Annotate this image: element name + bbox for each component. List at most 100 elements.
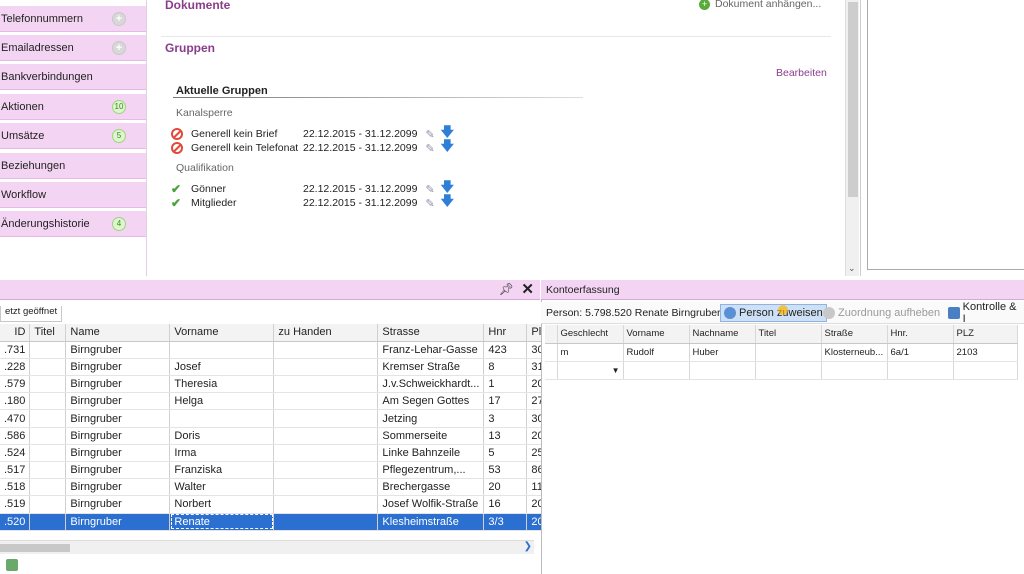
add-icon[interactable]: + xyxy=(112,11,126,26)
cell-zu-handen xyxy=(273,375,379,394)
remove-assignment-button[interactable]: Zuordnung aufheben xyxy=(820,304,943,322)
cell-name: Birngruber xyxy=(65,495,171,514)
table-row[interactable]: .586 Birngruber Doris Sommerseite 13 20 xyxy=(0,427,549,445)
cell-hnr: 16 xyxy=(483,495,528,514)
column-header[interactable]: zu Handen xyxy=(273,324,379,342)
cell-vorname: Renate xyxy=(169,513,275,531)
sidebar-item-label: Aktionen xyxy=(1,100,44,113)
table-row-selected[interactable]: .520 Birngruber Renate Klesheimstraße 3/3 20 xyxy=(0,513,549,531)
cell-hnr: 3 xyxy=(483,409,528,428)
empty-cell[interactable] xyxy=(689,361,756,380)
pencil-icon[interactable]: ✎ xyxy=(425,197,434,210)
chevron-right-icon[interactable]: ❯ xyxy=(524,541,532,552)
cell-nachname[interactable]: Huber xyxy=(689,343,756,362)
group-period: 22.12.2015 - 31.12.2099 xyxy=(303,197,418,209)
table-row[interactable]: .470 Birngruber Jetzing 3 30 xyxy=(0,409,549,428)
cell-geschlecht[interactable]: m xyxy=(557,343,624,362)
edit-link[interactable]: Bearbeiten xyxy=(776,67,827,79)
person-remove-icon xyxy=(823,307,835,319)
column-header[interactable]: Vorname xyxy=(623,325,690,344)
cell-vorname[interactable]: Rudolf xyxy=(623,343,690,362)
pencil-icon[interactable]: ✎ xyxy=(425,142,434,155)
sidebar-item-aenderungshistorie[interactable]: Änderungshistorie 4 xyxy=(0,211,146,237)
sidebar-item-workflow[interactable]: Workflow xyxy=(0,182,146,208)
sidebar-item-label: Telefonnummern xyxy=(1,12,83,25)
sidebar-item-label: Beziehungen xyxy=(1,159,66,172)
control-button[interactable]: Kontrolle & I xyxy=(945,301,1024,325)
dropdown-cell[interactable]: ▼ xyxy=(557,361,624,380)
cell-strasse[interactable]: Klosterneub... xyxy=(821,343,888,362)
empty-cell[interactable] xyxy=(887,361,954,380)
cell-titel xyxy=(29,513,67,531)
pin-icon[interactable]: 📌︎ xyxy=(499,282,514,296)
cell-hnr[interactable]: 6a/1 xyxy=(887,343,954,362)
cell-plz[interactable]: 2103 xyxy=(953,343,1018,362)
column-header[interactable]: Straße xyxy=(821,325,888,344)
cell-titel xyxy=(29,358,67,377)
arrow-down-icon[interactable]: 🡇 xyxy=(441,137,454,159)
cell-vorname: Irma xyxy=(169,444,275,463)
table-row[interactable]: .519 Birngruber Norbert Josef Wolfik-Straße… xyxy=(0,495,549,514)
empty-cell[interactable] xyxy=(623,361,690,380)
column-header[interactable]: Nachname xyxy=(689,325,756,344)
table-row[interactable]: .579 Birngruber Theresia J.v.Schweickhardt.… xyxy=(0,375,549,394)
table-row[interactable]: .518 Birngruber Walter Brechergasse 20 11 xyxy=(0,478,549,497)
qualifikation-label: Qualifikation xyxy=(176,162,234,174)
scrollbar-thumb[interactable] xyxy=(848,2,858,197)
sidebar-item-emailadressen[interactable]: Emailadressen + xyxy=(0,35,146,61)
table-row[interactable]: .180 Birngruber Helga Am Segen Gottes 17 27 xyxy=(0,392,549,411)
blocked-icon xyxy=(171,142,183,154)
sidebar-item-bankverbindungen[interactable]: Bankverbindungen xyxy=(0,64,146,90)
cell-strasse: Kremser Straße xyxy=(377,358,485,377)
cell-titel xyxy=(29,375,67,394)
column-header[interactable]: Titel xyxy=(29,324,67,342)
scrollbar-thumb[interactable] xyxy=(0,544,70,552)
add-document-link[interactable]: + Dokument anhängen... xyxy=(699,0,821,10)
table-row[interactable]: .517 Birngruber Franziska Pflegezentrum,...… xyxy=(0,461,549,480)
column-header[interactable]: Titel xyxy=(755,325,822,344)
new-row[interactable]: ▼ xyxy=(545,361,1018,380)
cell-vorname: Helga xyxy=(169,392,275,411)
cell-titel[interactable] xyxy=(755,343,822,362)
tab-open[interactable]: etzt geöffnet xyxy=(0,306,63,322)
sidebar-item-beziehungen[interactable]: Beziehungen xyxy=(0,153,146,179)
cell-hnr: 20 xyxy=(483,478,528,497)
assign-person-button[interactable]: Person zuweisen xyxy=(720,304,827,322)
person-info: Person: 5.798.520 Renate Birngruber xyxy=(546,307,721,319)
arrow-down-icon[interactable]: 🡇 xyxy=(441,192,454,214)
results-header: 📌︎ ✕ xyxy=(0,280,540,300)
column-header[interactable]: Name xyxy=(65,324,171,342)
cell-titel xyxy=(29,392,67,411)
chevron-down-icon[interactable]: ▼ xyxy=(612,366,620,375)
column-header[interactable]: Geschlecht xyxy=(557,325,624,344)
export-icon[interactable] xyxy=(6,559,18,571)
column-header[interactable]: Hnr. xyxy=(887,325,954,344)
empty-cell[interactable] xyxy=(755,361,822,380)
column-header[interactable]: Hnr xyxy=(483,324,528,342)
horizontal-scrollbar[interactable]: ❯ xyxy=(0,540,534,554)
cell-name: Birngruber xyxy=(65,427,171,445)
table-row[interactable]: .228 Birngruber Josef Kremser Straße 8 31 xyxy=(0,358,549,377)
vertical-scrollbar[interactable]: ⌄ xyxy=(845,0,859,276)
control-icon xyxy=(948,307,960,319)
cell-strasse: Jetzing xyxy=(377,409,485,428)
add-icon[interactable]: + xyxy=(112,40,126,55)
table-row[interactable]: .731 Birngruber Franz-Lehar-Gasse 423 30 xyxy=(0,341,549,359)
column-header[interactable]: Strasse xyxy=(377,324,485,342)
column-header[interactable]: Vorname xyxy=(169,324,275,342)
empty-cell[interactable] xyxy=(821,361,888,380)
cell-id: .517 xyxy=(0,461,31,480)
chevron-down-icon[interactable]: ⌄ xyxy=(848,263,856,274)
table-row[interactable]: m Rudolf Huber Klosterneub... 6a/1 2103 xyxy=(545,343,1018,362)
cell-strasse: Franz-Lehar-Gasse xyxy=(377,341,485,359)
close-icon[interactable]: ✕ xyxy=(521,280,534,298)
cell-strasse: Klesheimstraße xyxy=(377,513,485,531)
table-row[interactable]: .524 Birngruber Irma Linke Bahnzeile 5 25 xyxy=(0,444,549,463)
table-header-row: Geschlecht Vorname Nachname Titel Straße… xyxy=(545,325,1018,344)
column-header[interactable]: PLZ xyxy=(953,325,1018,344)
sidebar-item-aktionen[interactable]: Aktionen 10 xyxy=(0,94,146,120)
column-header[interactable]: ID xyxy=(0,324,31,342)
empty-cell[interactable] xyxy=(953,361,1018,380)
sidebar-item-umsaetze[interactable]: Umsätze 5 xyxy=(0,123,146,149)
sidebar-item-telefonnummern[interactable]: Telefonnummern + xyxy=(0,6,146,32)
